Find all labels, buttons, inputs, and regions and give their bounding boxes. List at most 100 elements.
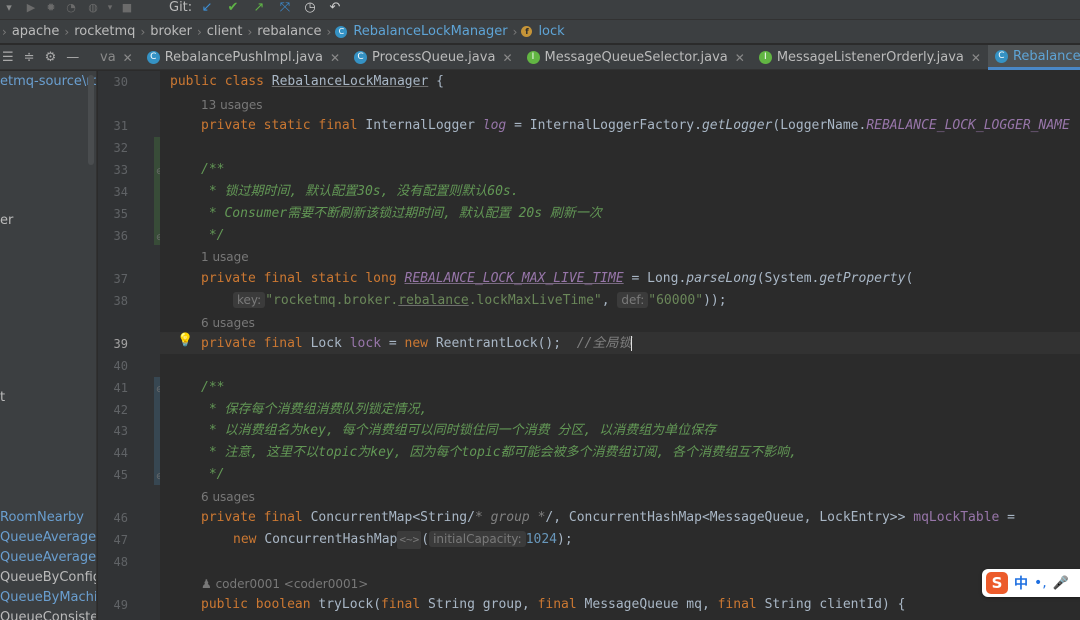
tab-message-queue-selector[interactable]: I MessageQueueSelector.java ✕ [520, 45, 752, 70]
line-number: 49 [113, 598, 128, 612]
breadcrumb: › apache › rocketmq › broker › client › … [0, 20, 1080, 44]
git-commit-icon[interactable]: ✔ [226, 1, 240, 15]
collapse-all-icon[interactable]: ≑ [24, 50, 35, 65]
git-history-icon[interactable]: ◷ [303, 1, 317, 15]
run-icon[interactable]: ▶ [24, 1, 38, 15]
tab-label: va [100, 50, 116, 65]
hide-icon[interactable]: — [66, 50, 79, 65]
git-label: Git: [169, 0, 193, 15]
microphone-icon[interactable]: 🎤 [1053, 576, 1069, 591]
code-line-30: public class RebalanceLockManager { [170, 74, 444, 89]
class-icon: C [146, 51, 160, 64]
code-line-31: private static final InternalLogger log … [201, 118, 1070, 133]
tab-partial[interactable]: va ✕ [98, 45, 140, 70]
ime-punctuation-toggle[interactable]: •, [1034, 575, 1047, 591]
breadcrumb-item[interactable]: rebalance [254, 24, 324, 39]
tab-label: RebalancePushImpl.java [164, 50, 323, 65]
class-icon: C [994, 49, 1008, 63]
breadcrumb-separator: › [247, 24, 253, 39]
tree-item[interactable]: QueueConsistent [0, 609, 96, 620]
line-number: 34 [113, 185, 128, 199]
tree-item[interactable]: QueueByMachine [0, 589, 96, 606]
breadcrumb-member[interactable]: lock [535, 24, 567, 39]
usages-hint[interactable]: 1 usage [201, 249, 249, 265]
code-line-37: private final static long REBALANCE_LOCK… [201, 271, 914, 286]
line-number-current: 39 [113, 337, 128, 351]
gear-icon[interactable]: ⚙ [45, 50, 57, 65]
tree-item[interactable]: RoomNearby [0, 509, 84, 526]
close-icon[interactable]: ✕ [502, 51, 512, 65]
breadcrumb-item[interactable]: client [204, 24, 246, 39]
editor-gutter[interactable]: 30 31 32 33 34 35 36 37 38 39 40 41 42 4… [98, 71, 164, 620]
diamond-fold[interactable]: <~> [397, 531, 422, 549]
code-line-41: /** [201, 380, 225, 395]
usages-hint[interactable]: 13 usages [201, 97, 263, 113]
close-icon[interactable]: ✕ [123, 51, 133, 65]
run-config-dropdown-icon[interactable]: ▾ [2, 1, 16, 15]
git-push-icon[interactable]: ↗ [252, 1, 266, 15]
lightbulb-icon[interactable]: 💡 [177, 333, 193, 348]
close-icon[interactable]: ✕ [971, 51, 981, 65]
breadcrumb-separator: › [2, 24, 7, 39]
tab-label: ProcessQueue.java [372, 50, 496, 65]
ime-mode-toggle[interactable]: 中 [1014, 573, 1028, 593]
tab-label: RebalanceLockManager.j [1012, 48, 1080, 64]
code-line-39: private final Lock lock = new ReentrantL… [201, 336, 633, 351]
code-line-49: public boolean tryLock(final String grou… [201, 597, 906, 612]
debug-icon[interactable]: ✹ [44, 1, 58, 15]
param-hint: def: [617, 292, 649, 308]
ime-logo[interactable]: S [986, 572, 1008, 594]
git-update-icon[interactable]: ↙ [200, 1, 214, 15]
code-line-35: * Consumer需要不断刷新该锁过期时间, 默认配置 20s 刷新一次 [201, 206, 602, 221]
code-line-42: * 保存每个消费组消费队列锁定情况, [201, 402, 428, 417]
tree-item[interactable]: QueueByConfig [0, 569, 96, 586]
stop-icon[interactable]: ■ [120, 1, 134, 15]
tree-item[interactable]: QueueAveragely [0, 529, 96, 546]
line-number: 38 [113, 294, 128, 308]
line-number: 35 [113, 207, 128, 221]
breadcrumb-item[interactable]: rocketmq [71, 24, 138, 39]
expand-all-icon[interactable]: ☰ [2, 50, 14, 65]
usages-hint[interactable]: 6 usages [201, 315, 255, 331]
line-number: 44 [113, 446, 128, 460]
code-line-45: */ [201, 467, 225, 482]
editor-tab-row: ☰ ≑ ⚙ — va ✕ C RebalancePushImpl.java ✕ … [0, 45, 1080, 70]
line-number: 33 [113, 163, 128, 177]
text-caret [631, 336, 633, 351]
line-number: 32 [113, 141, 128, 155]
param-hint: initialCapacity: [429, 531, 526, 547]
tree-scrollbar[interactable] [88, 75, 94, 165]
tree-item[interactable]: etmq-source\roc [0, 73, 96, 90]
author-hint[interactable]: ♟ coder0001 <coder0001> [201, 576, 368, 592]
profile-icon[interactable]: ◍ [86, 1, 100, 15]
tree-item[interactable]: t [0, 389, 5, 406]
tab-process-queue[interactable]: C ProcessQueue.java ✕ [347, 45, 519, 70]
close-icon[interactable]: ✕ [330, 51, 340, 65]
breadcrumb-item[interactable]: apache [9, 24, 63, 39]
git-rollback-icon[interactable]: ↶ [328, 1, 342, 15]
tab-message-listener-orderly[interactable]: I MessageListenerOrderly.java ✕ [752, 45, 988, 70]
code-line-33: /** [201, 162, 225, 177]
code-line-47: new ConcurrentHashMap <~>(initialCapacity… [233, 531, 573, 549]
coverage-icon[interactable]: ◔ [64, 1, 78, 15]
git-pull-requests-icon[interactable]: ⤧ [278, 1, 292, 15]
tab-rebalance-push-impl[interactable]: C RebalancePushImpl.java ✕ [140, 45, 347, 70]
class-icon: C [354, 51, 368, 64]
line-number: 48 [113, 555, 128, 569]
code-editor[interactable]: 💡 public class RebalanceLockManager { 13… [160, 71, 1080, 620]
breadcrumb-item[interactable]: broker [147, 24, 195, 39]
code-line-38: key: "rocketmq.broker.rebalance.lockMaxLi… [233, 292, 727, 310]
profile-dropdown-icon[interactable]: ▾ [103, 1, 117, 15]
tree-item[interactable]: QueueAveragelyI [0, 549, 96, 566]
ime-toolbar[interactable]: S 中 •, 🎤 [982, 569, 1080, 597]
tree-item[interactable]: er [0, 212, 13, 229]
tab-label: MessageListenerOrderly.java [776, 50, 964, 65]
close-icon[interactable]: ✕ [735, 51, 745, 65]
tab-rebalance-lock-manager[interactable]: C RebalanceLockManager.j [987, 45, 1080, 70]
breadcrumb-separator: › [326, 24, 332, 39]
interface-icon: I [758, 51, 772, 64]
usages-hint[interactable]: 6 usages [201, 489, 255, 505]
breadcrumb-class[interactable]: RebalanceLockManager [350, 24, 510, 39]
breadcrumb-separator: › [196, 24, 202, 39]
line-number: 31 [113, 119, 128, 133]
